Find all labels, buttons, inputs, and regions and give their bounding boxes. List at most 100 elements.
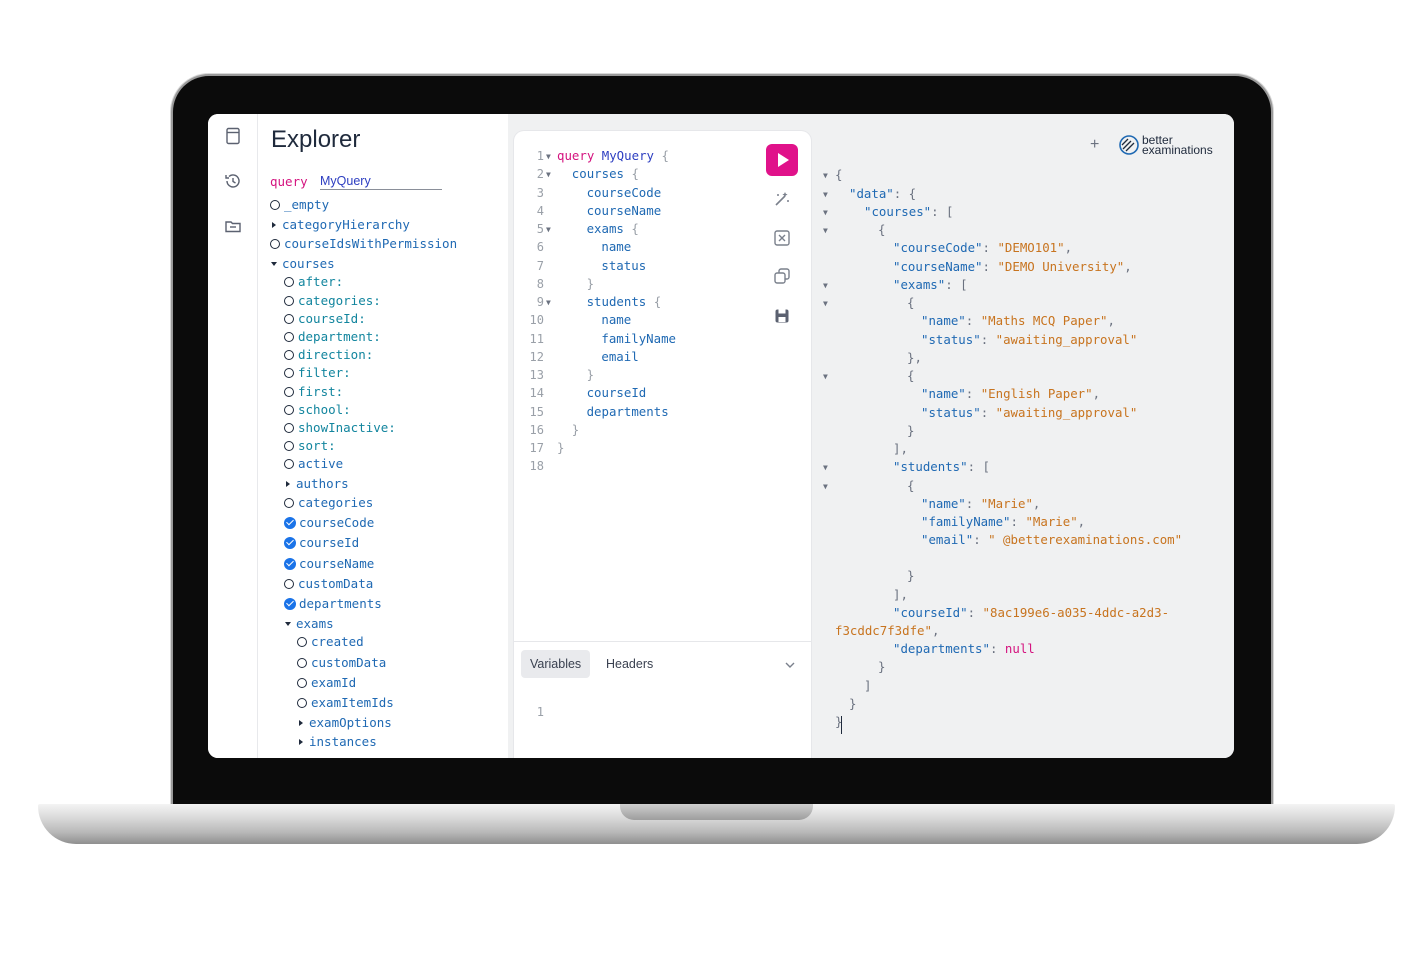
explorer-field[interactable]: exams — [284, 616, 334, 631]
code-line[interactable]: name — [601, 239, 631, 254]
explorer-folder-icon[interactable] — [223, 216, 243, 236]
explorer-field[interactable]: direction: — [284, 347, 373, 362]
explorer-field[interactable]: departments — [284, 596, 382, 611]
code-line[interactable]: exams { — [587, 221, 639, 236]
checked-circle-icon[interactable] — [284, 557, 296, 570]
explorer-field[interactable]: school: — [284, 402, 351, 417]
fold-caret-icon[interactable]: ▼ — [823, 190, 828, 199]
fold-caret-icon[interactable]: ▼ — [823, 226, 828, 235]
code-line[interactable]: email — [601, 349, 638, 364]
add-tab-icon[interactable]: + — [1090, 136, 1099, 154]
caret-right-icon[interactable] — [299, 738, 303, 745]
code-line[interactable]: status — [601, 258, 646, 273]
explorer-field[interactable]: instances — [297, 734, 377, 749]
explorer-field[interactable]: examOptions — [297, 715, 392, 730]
code-line[interactable]: students { — [587, 294, 662, 309]
explorer-field[interactable]: customData — [284, 576, 373, 591]
code-line[interactable]: } — [587, 276, 594, 291]
explorer-field[interactable]: showInactive: — [284, 420, 396, 435]
explorer-field[interactable]: customData — [297, 655, 386, 670]
explorer-field[interactable]: categoryHierarchy — [270, 217, 410, 232]
explorer-field[interactable]: examId — [297, 675, 356, 690]
explorer-field[interactable]: created — [297, 634, 364, 649]
circle-icon[interactable] — [297, 657, 307, 668]
fold-caret-icon[interactable]: ▼ — [823, 372, 828, 381]
explorer-field[interactable]: courseId: — [284, 311, 366, 326]
circle-icon[interactable] — [270, 238, 280, 249]
explorer-field[interactable]: authors — [284, 476, 349, 491]
circle-icon[interactable] — [297, 636, 307, 647]
caret-right-icon[interactable] — [286, 480, 290, 487]
circle-icon[interactable] — [270, 199, 280, 210]
code-line[interactable]: } — [587, 367, 594, 382]
fold-caret-icon[interactable]: ▼ — [823, 299, 828, 308]
explorer-field[interactable]: courseId — [284, 535, 359, 550]
circle-icon[interactable] — [297, 697, 307, 708]
code-line[interactable]: courseCode — [587, 185, 662, 200]
circle-icon[interactable] — [284, 367, 294, 378]
circle-icon[interactable] — [284, 386, 294, 397]
circle-icon[interactable] — [284, 578, 294, 589]
code-line[interactable]: departments — [587, 404, 669, 419]
circle-icon[interactable] — [284, 404, 294, 415]
fold-caret-icon[interactable]: ▼ — [823, 208, 828, 217]
fold-caret-icon[interactable]: ▼ — [823, 482, 828, 491]
caret-down-icon[interactable] — [271, 261, 277, 266]
merge-fragments-icon[interactable] — [772, 228, 792, 248]
explorer-field[interactable]: first: — [284, 384, 343, 399]
explorer-field[interactable]: after: — [284, 274, 343, 289]
circle-icon[interactable] — [284, 458, 294, 469]
caret-right-icon[interactable] — [299, 719, 303, 726]
fold-caret-icon[interactable]: ▼ — [546, 298, 551, 307]
code-line[interactable]: query MyQuery { — [557, 148, 669, 163]
code-line[interactable]: familyName — [601, 331, 676, 346]
circle-icon[interactable] — [284, 440, 294, 451]
checked-circle-icon[interactable] — [284, 597, 296, 610]
explorer-field[interactable]: active — [284, 456, 343, 471]
fold-caret-icon[interactable]: ▼ — [546, 170, 551, 179]
code-line[interactable]: } — [557, 440, 564, 455]
explorer-field[interactable]: courseCode — [284, 515, 374, 530]
fold-caret-icon[interactable]: ▼ — [546, 225, 551, 234]
fold-caret-icon[interactable]: ▼ — [823, 281, 828, 290]
save-icon[interactable] — [772, 306, 792, 326]
circle-icon[interactable] — [297, 677, 307, 688]
code-line[interactable]: name — [601, 312, 631, 327]
operation-name-input[interactable]: MyQuery — [320, 174, 442, 190]
circle-icon[interactable] — [284, 497, 294, 508]
fold-caret-icon[interactable]: ▼ — [823, 171, 828, 180]
docs-icon[interactable] — [223, 126, 243, 146]
caret-right-icon[interactable] — [272, 221, 276, 228]
circle-icon[interactable] — [284, 313, 294, 324]
checked-circle-icon[interactable] — [284, 516, 296, 529]
code-line[interactable]: } — [572, 422, 579, 437]
tab-headers[interactable]: Headers — [606, 657, 653, 671]
explorer-field[interactable]: courseName — [284, 556, 374, 571]
run-query-button[interactable] — [766, 144, 798, 176]
checked-circle-icon[interactable] — [284, 536, 296, 549]
explorer-field[interactable]: sort: — [284, 438, 336, 453]
explorer-field[interactable]: courseIdsWithPermission — [270, 236, 457, 251]
chevron-down-icon[interactable] — [783, 658, 797, 672]
history-icon[interactable] — [223, 171, 243, 191]
circle-icon[interactable] — [284, 295, 294, 306]
copy-icon[interactable] — [772, 266, 792, 286]
explorer-field[interactable]: _empty — [270, 197, 329, 212]
explorer-field[interactable]: courses — [270, 256, 335, 271]
explorer-field[interactable]: examItemIds — [297, 695, 394, 710]
tab-variables[interactable]: Variables — [521, 650, 591, 678]
fold-caret-icon[interactable]: ▼ — [823, 463, 828, 472]
code-line[interactable]: courseName — [587, 203, 662, 218]
circle-icon[interactable] — [284, 276, 294, 287]
explorer-field[interactable]: categories: — [284, 293, 381, 308]
code-line[interactable]: courses { — [572, 166, 639, 181]
fold-caret-icon[interactable]: ▼ — [546, 152, 551, 161]
circle-icon[interactable] — [284, 331, 294, 342]
prettify-icon[interactable] — [772, 189, 792, 209]
circle-icon[interactable] — [284, 422, 294, 433]
circle-icon[interactable] — [284, 349, 294, 360]
caret-down-icon[interactable] — [285, 621, 291, 626]
explorer-field[interactable]: department: — [284, 329, 381, 344]
code-line[interactable]: courseId — [587, 385, 647, 400]
explorer-field[interactable]: filter: — [284, 365, 351, 380]
